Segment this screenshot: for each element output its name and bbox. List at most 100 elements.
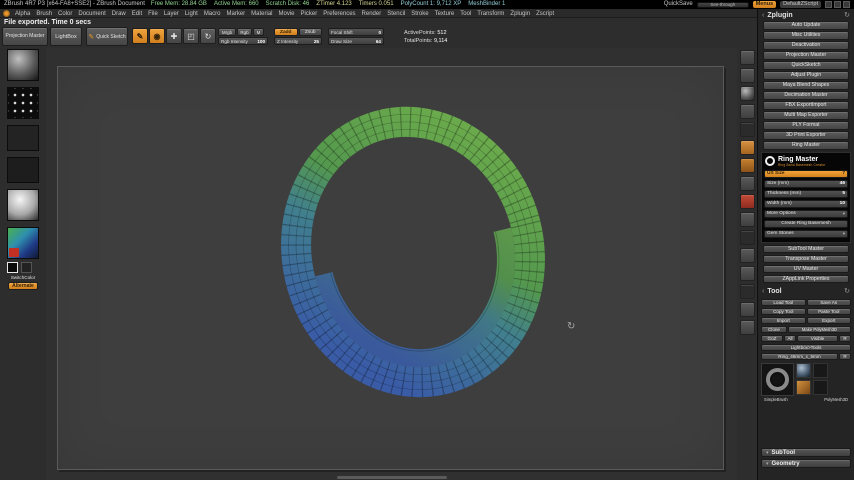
stroke-thumbnail[interactable] — [7, 87, 39, 119]
secondary-color-swatch[interactable] — [21, 262, 32, 273]
zplugin-item[interactable]: Transpose Master — [763, 254, 849, 264]
zoom-icon[interactable] — [739, 86, 755, 101]
geometry-section-bar[interactable]: ▾ Geometry — [761, 459, 851, 469]
scale-mode-button[interactable]: ◰ — [183, 28, 199, 44]
lightbox-tools-button[interactable]: Lightbox>Tools — [761, 343, 851, 352]
make-polymesh3d-button[interactable]: Make PolyMesh3D — [788, 325, 851, 334]
zplugin-item[interactable]: Maya Blend Shapes — [763, 81, 849, 90]
menu-item[interactable]: Stencil — [387, 11, 405, 17]
load-tool-button[interactable]: Load Tool — [761, 298, 806, 307]
paste-tool-button[interactable]: Paste Tool — [806, 307, 851, 316]
menu-item[interactable]: Layer — [164, 11, 179, 17]
persp-icon[interactable] — [739, 140, 755, 155]
menu-item[interactable]: Material — [251, 11, 272, 17]
recent-tool-simplebrush[interactable] — [796, 363, 811, 379]
menu-item[interactable]: Color — [58, 11, 72, 17]
m-button[interactable]: M — [253, 28, 264, 36]
zplugin-item[interactable]: Misc Utilities — [763, 31, 849, 40]
tool-r-button[interactable]: R — [839, 352, 851, 361]
recent-tool-polymesh3d[interactable] — [796, 380, 811, 396]
z-intensity-slider[interactable]: Z Intensity 25 — [274, 37, 322, 45]
texture-thumbnail[interactable] — [7, 157, 39, 183]
r-button[interactable]: R — [839, 334, 851, 343]
import-button[interactable]: Import — [761, 316, 806, 325]
canvas-area[interactable]: ↻ — [46, 48, 737, 480]
menu-item[interactable]: Zscript — [536, 11, 554, 17]
visible-button[interactable]: Visible — [797, 334, 838, 343]
zplugin-item[interactable]: SubTool Master — [763, 244, 849, 254]
zplugin-item[interactable]: FBX ExportImport — [763, 101, 849, 110]
zplugin-item[interactable]: 3D Print Exporter — [763, 131, 849, 140]
menu-item[interactable]: Transform — [477, 11, 504, 17]
ghost-icon[interactable] — [739, 176, 755, 191]
rotate-mode-button[interactable]: ↻ — [200, 28, 216, 44]
lightbox-button[interactable]: LightBox — [50, 27, 82, 46]
menu-item[interactable]: Light — [185, 11, 198, 17]
zplugin-item[interactable]: ZAppLink Properties — [763, 274, 849, 284]
material-thumbnail[interactable] — [7, 189, 39, 221]
menu-item[interactable]: Render — [362, 11, 382, 17]
zplugin-item[interactable]: UV Master — [763, 264, 849, 274]
copy-tool-button[interactable]: Copy Tool — [761, 307, 806, 316]
zplugin-item[interactable]: Decimation Master — [763, 91, 849, 100]
menu-item[interactable]: Macro — [204, 11, 221, 17]
maximize-button[interactable] — [834, 1, 841, 8]
recent-tool-slot[interactable] — [813, 363, 828, 379]
alternate-button[interactable]: Alternate — [8, 282, 38, 290]
polyf-icon[interactable] — [739, 266, 755, 281]
close-button[interactable] — [843, 1, 850, 8]
zplugin-item[interactable]: PLY Format — [763, 121, 849, 130]
edit-mode-button[interactable]: ✎ — [132, 28, 148, 44]
draw-size-slider[interactable]: Draw Size 64 — [328, 37, 384, 45]
more-options-button[interactable]: More Options ▾ — [764, 209, 848, 218]
menu-item[interactable]: Movie — [279, 11, 295, 17]
menu-item[interactable]: Stroke — [411, 11, 428, 17]
menu-item[interactable]: Marker — [226, 11, 245, 17]
zplugin-item[interactable]: Auto Update — [763, 21, 849, 30]
default-zscript-button[interactable]: DefaultZScript — [780, 1, 821, 8]
menu-item[interactable]: Brush — [36, 11, 52, 17]
quicksave-button[interactable]: QuickSave — [664, 0, 693, 9]
color-picker[interactable] — [7, 227, 39, 259]
frame-icon[interactable] — [739, 248, 755, 263]
zplugin-item[interactable]: Projection Master — [763, 51, 849, 60]
red-swatch[interactable] — [9, 248, 19, 257]
chevron-left-icon[interactable]: ‹ — [762, 12, 764, 19]
zplugin-item[interactable]: Adjust Plugin — [763, 71, 849, 80]
actual-size-icon[interactable] — [739, 104, 755, 119]
document-viewport[interactable]: ↻ — [57, 66, 724, 470]
horizontal-scrollbar[interactable] — [336, 476, 447, 479]
focal-shift-slider[interactable]: Focal Shift 0 — [328, 28, 384, 36]
create-ring-basemesh-button[interactable]: Create Ring Basemesh — [764, 219, 848, 228]
floor-icon[interactable] — [739, 158, 755, 173]
zplugin-item[interactable]: QuickSketch — [763, 61, 849, 70]
subtool-section-bar[interactable]: ▾ SubTool — [761, 448, 851, 458]
local-icon[interactable] — [739, 284, 755, 299]
width-mm-slider[interactable]: Width (mm) 10 — [764, 199, 848, 208]
refresh-icon[interactable]: ↻ — [844, 287, 850, 295]
menu-item[interactable]: Preferences — [323, 11, 355, 17]
xpose-icon[interactable] — [739, 230, 755, 245]
us-size-slider[interactable]: US Size 7 — [764, 169, 848, 178]
draw-mode-button[interactable]: ◉ — [149, 28, 165, 44]
menu-item[interactable]: Texture — [435, 11, 455, 17]
menus-toggle[interactable]: Menus — [752, 1, 777, 8]
menu-item[interactable]: Alpha — [15, 11, 30, 17]
brush-thumbnail[interactable] — [7, 49, 39, 81]
zadd-button[interactable]: Zadd — [274, 28, 298, 36]
mrgb-button[interactable]: Mrgb — [218, 28, 236, 36]
current-tool-thumbnail[interactable] — [761, 363, 794, 397]
transp-icon[interactable] — [739, 194, 755, 209]
solo-icon[interactable] — [739, 212, 755, 227]
menu-item[interactable]: Zplugin — [510, 11, 530, 17]
all-button[interactable]: All — [784, 334, 796, 343]
quick-sketch-button[interactable]: ✎ Quick Sketch — [86, 27, 128, 46]
see-through-icon[interactable] — [739, 320, 755, 335]
zsub-button[interactable]: Zsub — [298, 28, 322, 36]
minimize-button[interactable] — [825, 1, 832, 8]
switch-color-button[interactable]: SwitchColor — [11, 275, 36, 280]
export-button[interactable]: Export — [806, 316, 851, 325]
chevron-left-icon[interactable]: ‹ — [762, 288, 764, 295]
recent-tool-slot[interactable] — [813, 380, 828, 396]
size-mm-slider[interactable]: Size (mm) 46 — [764, 179, 848, 188]
